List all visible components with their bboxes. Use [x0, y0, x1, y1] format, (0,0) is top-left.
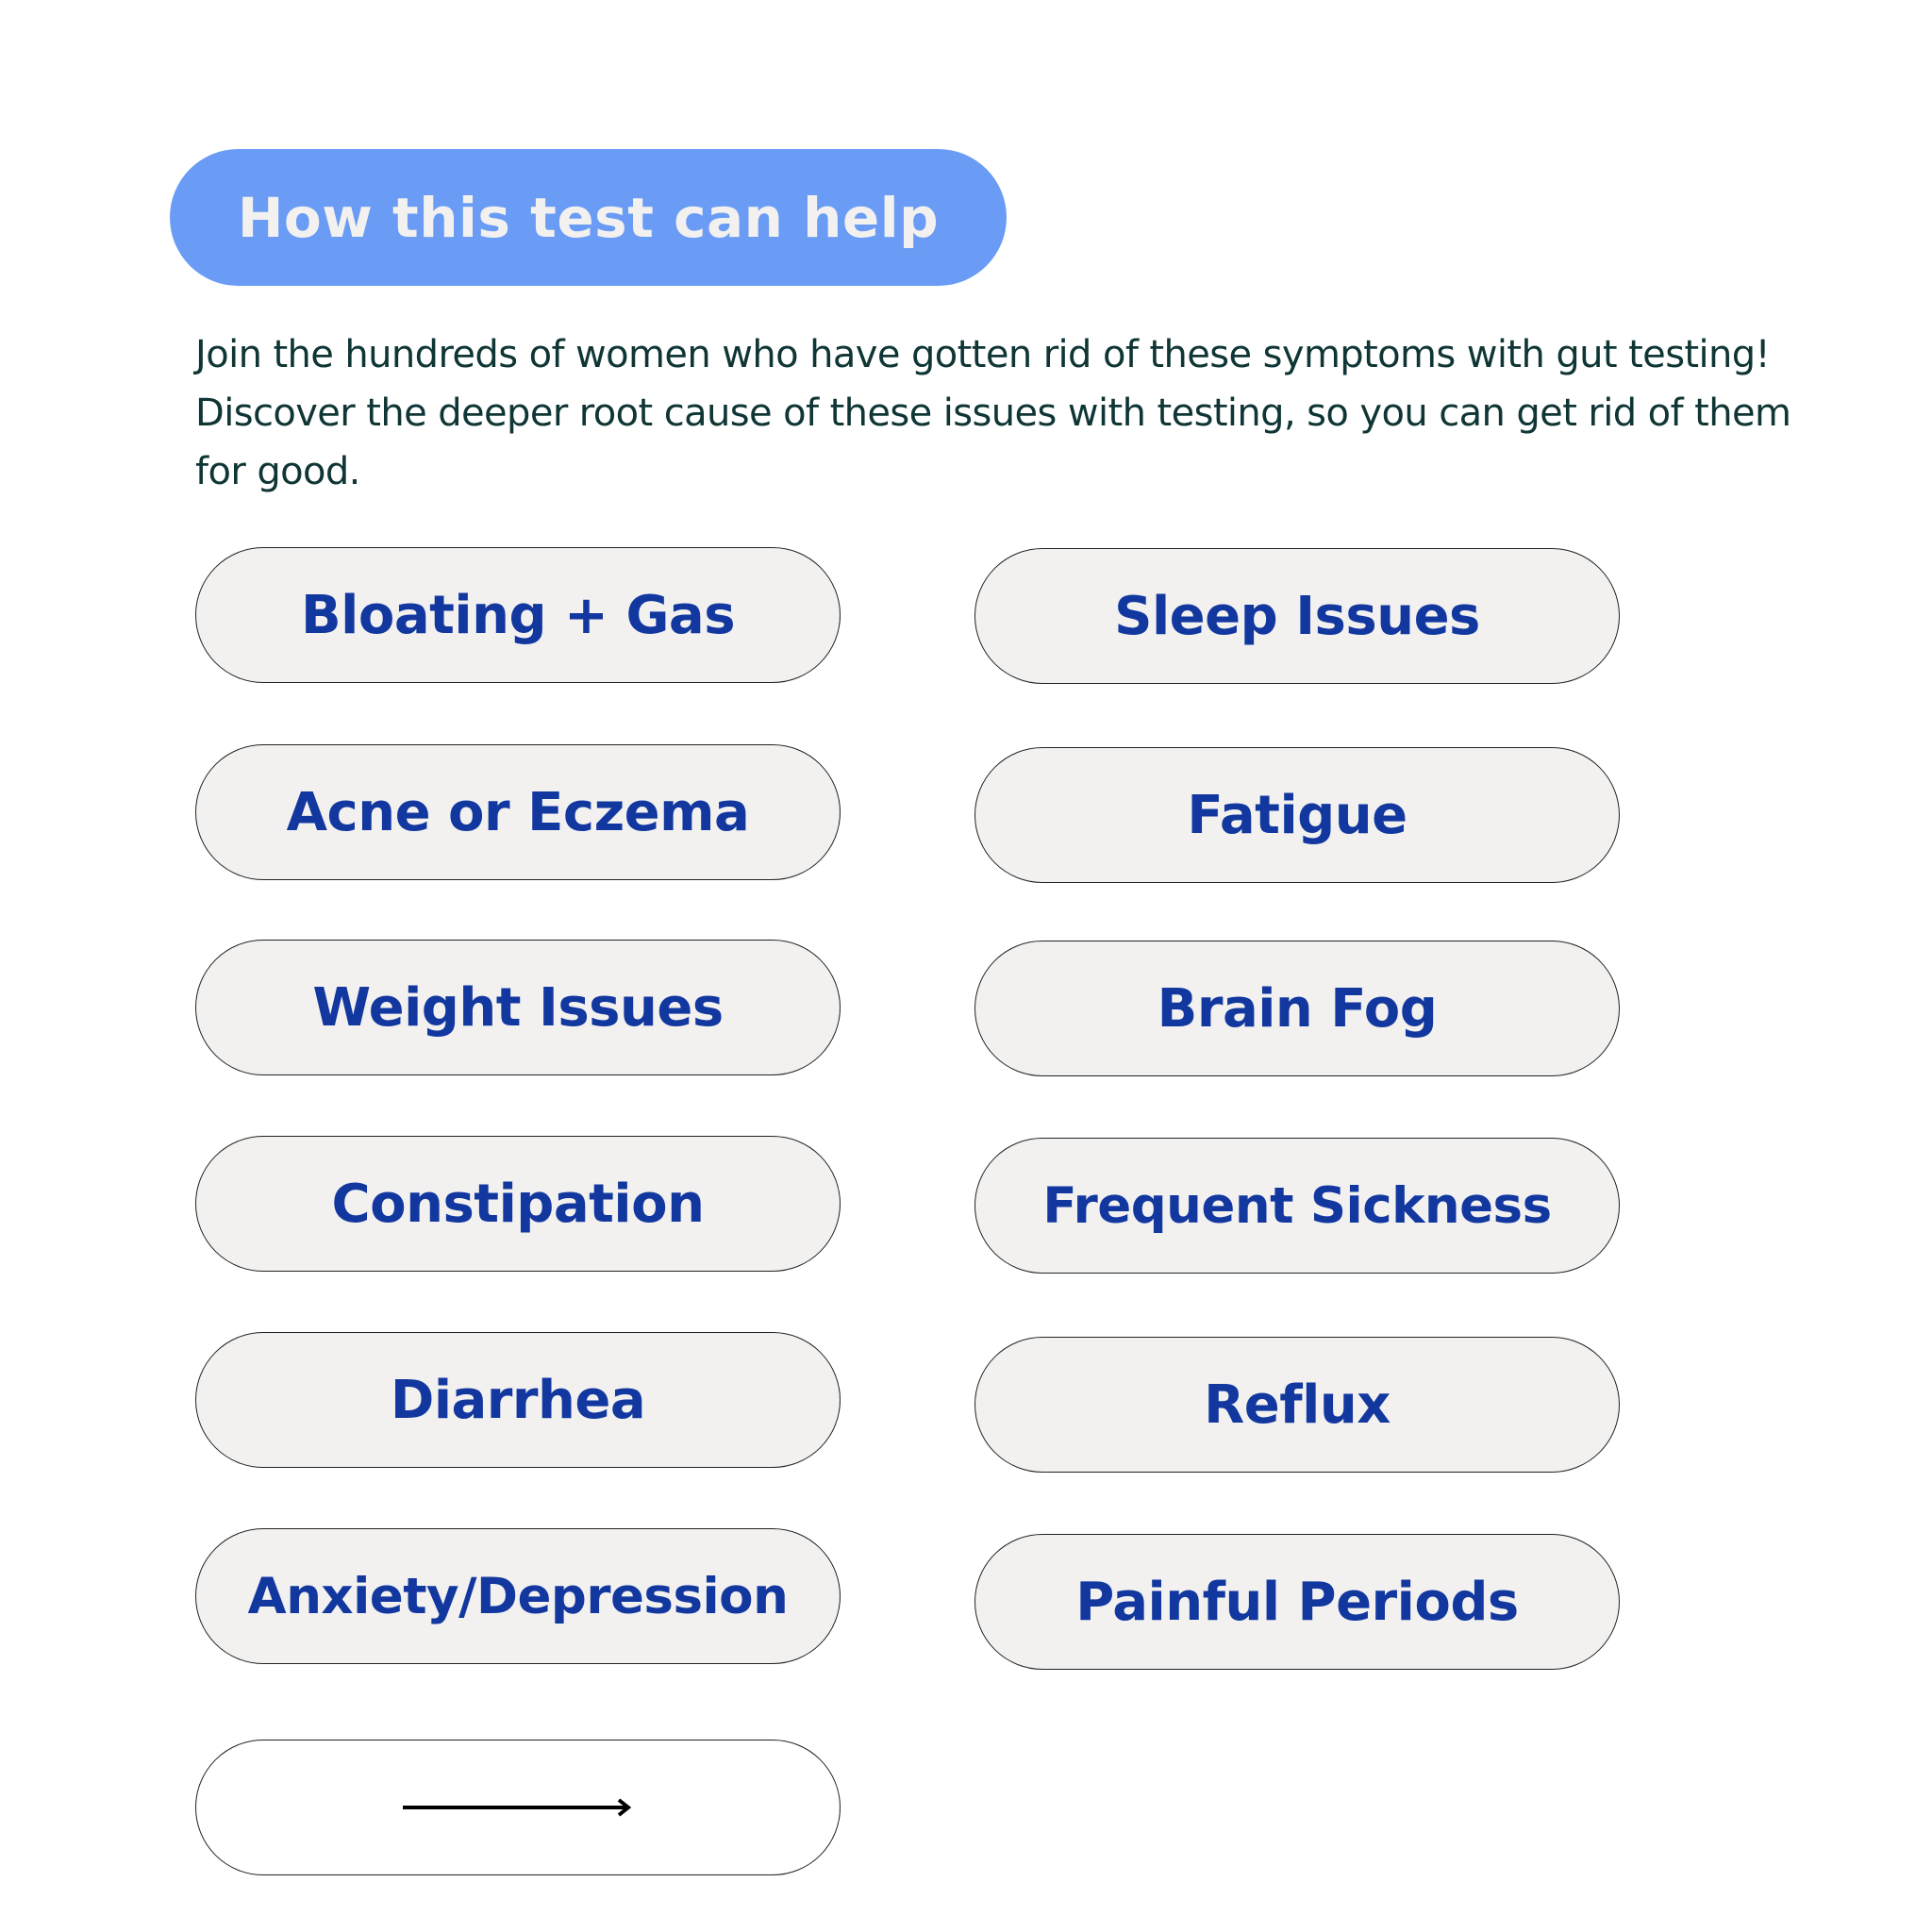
symptom-pill-acne-eczema[interactable]: Acne or Eczema — [195, 744, 841, 880]
symptom-label: Bloating + Gas — [300, 584, 736, 646]
symptom-label: Sleep Issues — [1114, 585, 1480, 647]
symptom-pill-brain-fog[interactable]: Brain Fog — [974, 941, 1620, 1076]
section-title-badge: How this test can help — [170, 149, 1007, 286]
symptom-label: Frequent Sickness — [1042, 1176, 1552, 1235]
symptom-pill-constipation[interactable]: Constipation — [195, 1136, 841, 1272]
symptom-pill-weight-issues[interactable]: Weight Issues — [195, 940, 841, 1075]
symptom-pill-frequent-sickness[interactable]: Frequent Sickness — [974, 1138, 1620, 1274]
symptom-label: Weight Issues — [312, 976, 724, 1039]
symptom-label: Reflux — [1204, 1374, 1391, 1436]
intro-paragraph: Join the hundreds of women who have gott… — [195, 333, 1791, 493]
symptom-pill-bloating-gas[interactable]: Bloating + Gas — [195, 547, 841, 683]
arrow-right-icon — [403, 1798, 632, 1817]
symptom-pill-reflux[interactable]: Reflux — [974, 1337, 1620, 1473]
section-title: How this test can help — [237, 185, 940, 250]
symptom-label: Brain Fog — [1157, 977, 1438, 1040]
symptom-label: Anxiety/Depression — [247, 1567, 789, 1625]
symptom-pill-sleep-issues[interactable]: Sleep Issues — [974, 548, 1620, 684]
symptom-label: Fatigue — [1187, 784, 1407, 846]
symptom-label: Diarrhea — [390, 1369, 646, 1431]
symptom-pill-painful-periods[interactable]: Painful Periods — [974, 1534, 1620, 1670]
symptom-label: Constipation — [331, 1173, 705, 1235]
next-arrow-button[interactable] — [195, 1740, 841, 1875]
symptom-pill-diarrhea[interactable]: Diarrhea — [195, 1332, 841, 1468]
symptom-label: Painful Periods — [1075, 1571, 1519, 1633]
symptom-label: Acne or Eczema — [286, 781, 750, 843]
symptom-pill-fatigue[interactable]: Fatigue — [974, 747, 1620, 883]
symptom-pill-anxiety-depression[interactable]: Anxiety/Depression — [195, 1528, 841, 1664]
